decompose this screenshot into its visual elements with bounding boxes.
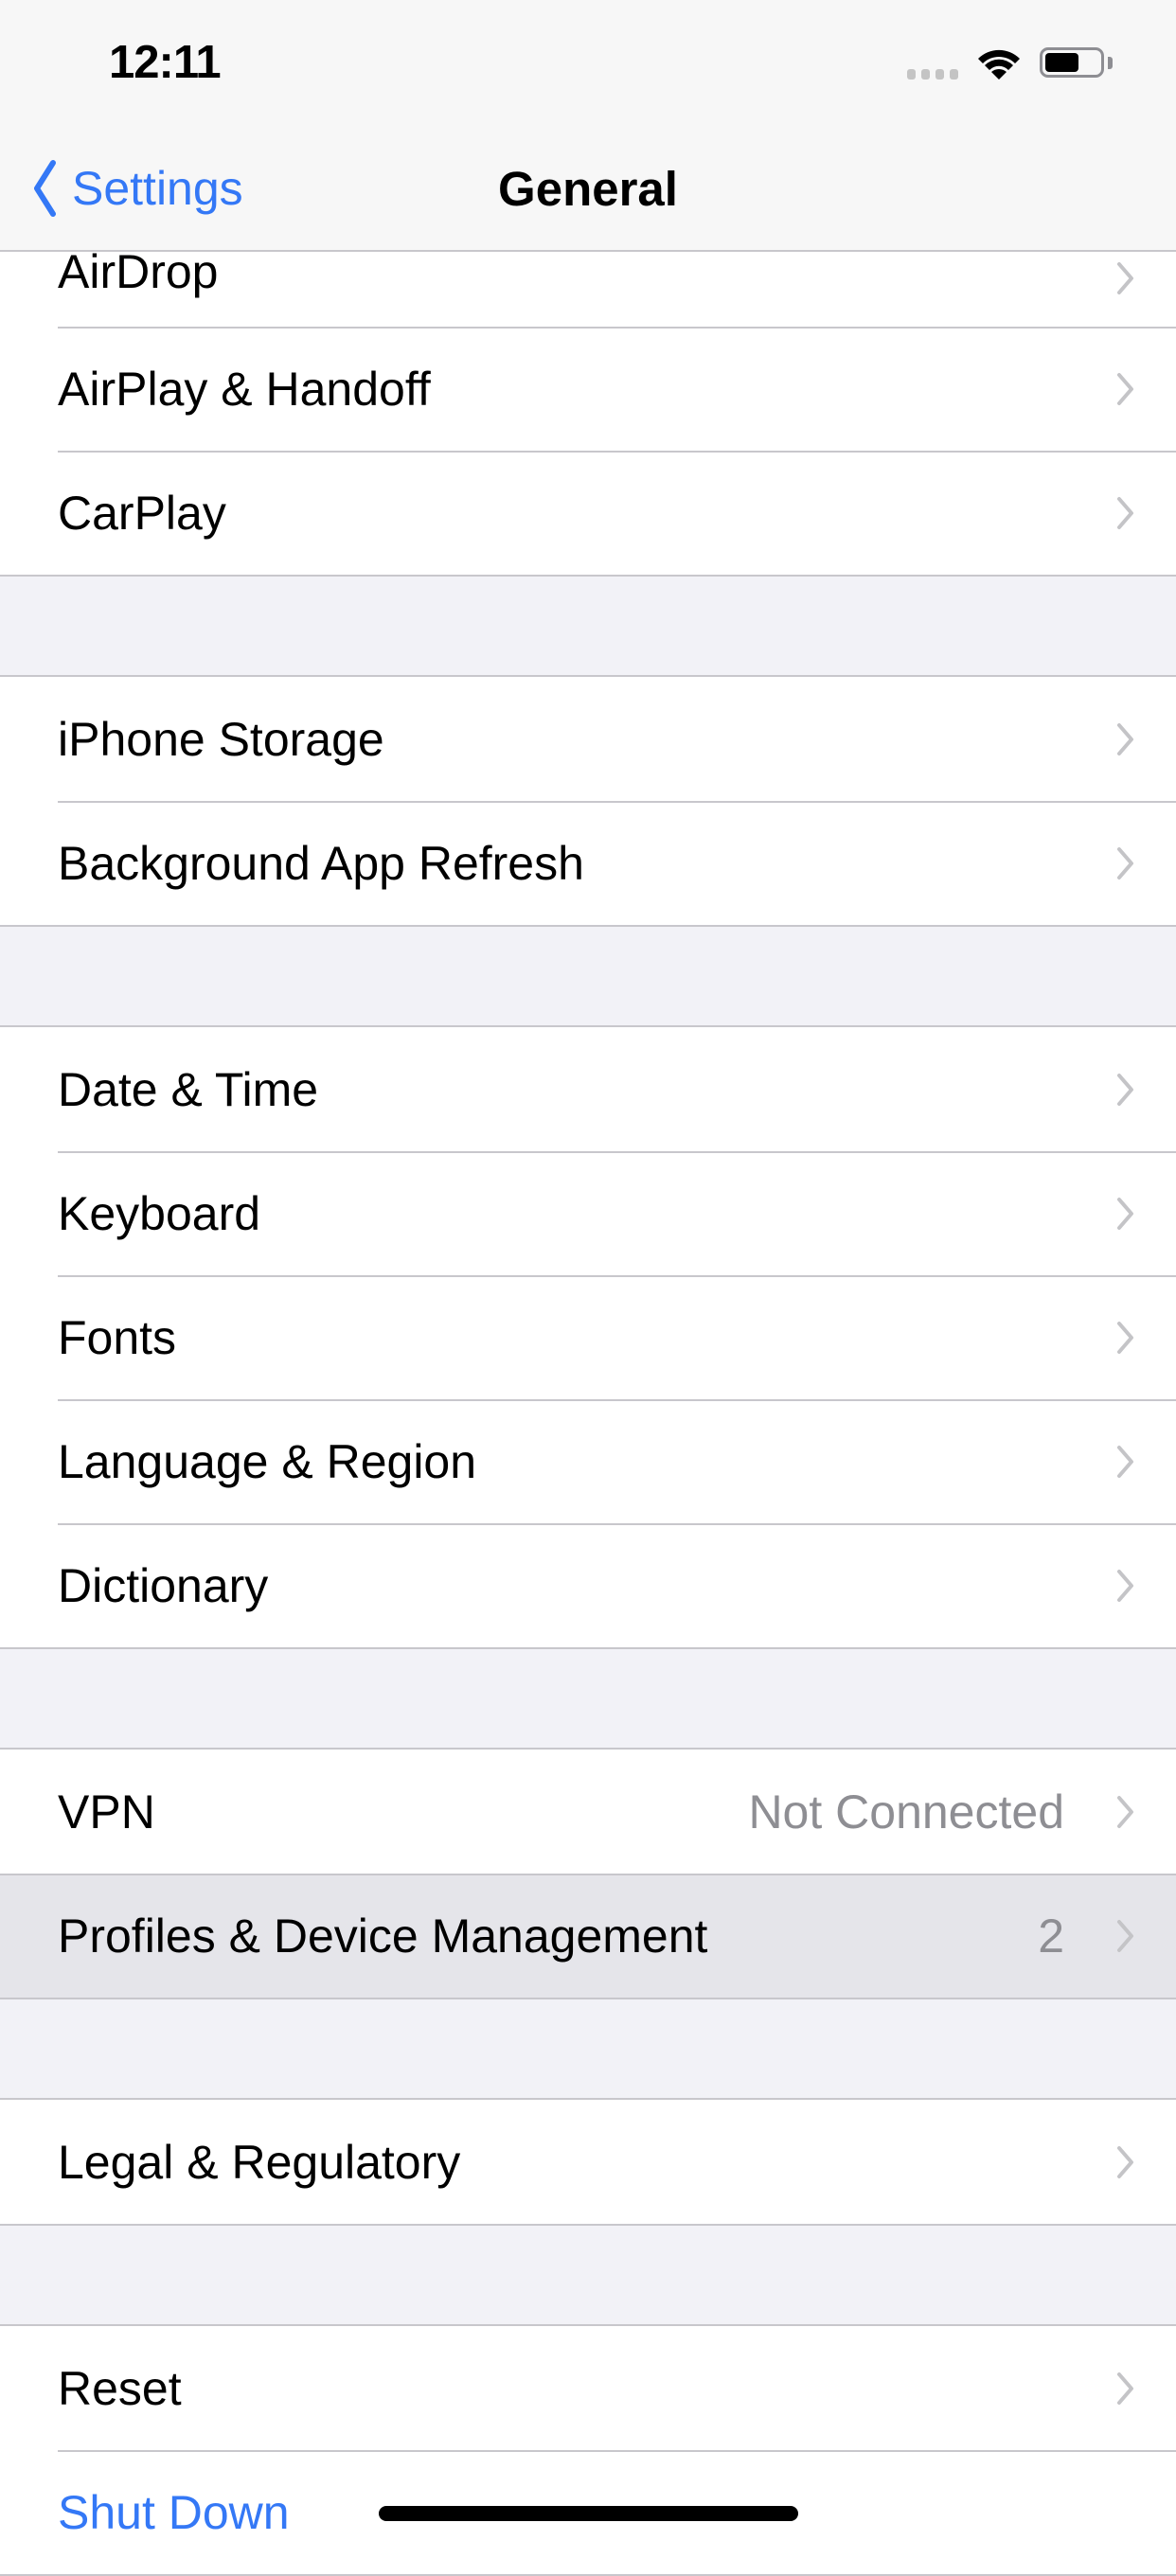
settings-group: iPhone Storage Background App Refresh <box>0 675 1176 927</box>
chevron-right-icon <box>1116 1445 1135 1479</box>
row-value: 2 <box>1038 1909 1064 1963</box>
row-label: Profiles & Device Management <box>58 1909 708 1963</box>
row-profiles-and-device-management[interactable]: Profiles & Device Management 2 <box>0 1874 1176 1998</box>
row-date-and-time[interactable]: Date & Time <box>0 1027 1176 1151</box>
chevron-right-icon <box>1116 496 1135 530</box>
row-language-and-region[interactable]: Language & Region <box>0 1399 1176 1523</box>
row-label: CarPlay <box>58 486 226 540</box>
status-bar: 12:11 <box>0 0 1176 142</box>
battery-level <box>1045 53 1078 72</box>
row-keyboard[interactable]: Keyboard <box>0 1151 1176 1275</box>
battery-nub <box>1108 57 1113 69</box>
settings-list[interactable]: AirDrop AirPlay & Handoff CarPlay iPhone St… <box>0 245 1176 2576</box>
row-airdrop[interactable]: AirDrop <box>0 245 1176 327</box>
settings-group: AirDrop AirPlay & Handoff CarPlay <box>0 245 1176 577</box>
row-label: Fonts <box>58 1310 177 1364</box>
row-label: Date & Time <box>58 1062 319 1116</box>
navigation-bar: Settings General <box>0 142 1176 252</box>
status-time: 12:11 <box>109 37 222 88</box>
row-reset[interactable]: Reset <box>0 2326 1176 2450</box>
settings-group: Legal & Regulatory <box>0 2098 1176 2226</box>
row-dictionary[interactable]: Dictionary <box>0 1523 1176 1647</box>
row-label: Dictionary <box>58 1558 269 1612</box>
row-value: Not Connected <box>748 1785 1064 1839</box>
home-indicator[interactable] <box>379 2506 798 2521</box>
chevron-right-icon <box>1116 1795 1135 1829</box>
row-legal-and-regulatory[interactable]: Legal & Regulatory <box>0 2100 1176 2224</box>
chevron-right-icon <box>1116 2145 1135 2179</box>
row-label: Shut Down <box>58 2485 290 2539</box>
row-airplay-and-handoff[interactable]: AirPlay & Handoff <box>0 327 1176 451</box>
settings-group: Date & Time Keyboard Fonts Language & Regio… <box>0 1025 1176 1649</box>
chevron-right-icon <box>1116 1919 1135 1953</box>
settings-group: VPN Not Connected Profiles & Device Manage… <box>0 1748 1176 1999</box>
row-label: Language & Region <box>58 1434 477 1488</box>
row-label: Keyboard <box>58 1186 261 1240</box>
row-label: Reset <box>58 2361 182 2415</box>
row-label: iPhone Storage <box>58 712 384 766</box>
row-background-app-refresh[interactable]: Background App Refresh <box>0 801 1176 925</box>
chevron-right-icon <box>1116 846 1135 880</box>
row-label: AirDrop <box>58 245 219 298</box>
chevron-right-icon <box>1116 1197 1135 1231</box>
settings-group: Reset Shut Down <box>0 2324 1176 2576</box>
cellular-signal-icon <box>907 69 958 80</box>
row-label: Legal & Regulatory <box>58 2135 461 2189</box>
chevron-right-icon <box>1116 1073 1135 1107</box>
row-carplay[interactable]: CarPlay <box>0 451 1176 575</box>
page-title: General <box>498 162 678 216</box>
chevron-right-icon <box>1116 2372 1135 2406</box>
chevron-right-icon <box>1116 372 1135 406</box>
wifi-icon <box>978 49 1020 80</box>
row-label: Background App Refresh <box>58 836 584 890</box>
row-iphone-storage[interactable]: iPhone Storage <box>0 677 1176 801</box>
row-label: AirPlay & Handoff <box>58 362 431 416</box>
chevron-right-icon <box>1116 1321 1135 1355</box>
battery-icon <box>1040 47 1104 78</box>
row-fonts[interactable]: Fonts <box>0 1275 1176 1399</box>
row-label: VPN <box>58 1785 155 1839</box>
chevron-right-icon <box>1116 261 1135 295</box>
chevron-right-icon <box>1116 722 1135 756</box>
row-vpn[interactable]: VPN Not Connected <box>0 1750 1176 1874</box>
chevron-right-icon <box>1116 1569 1135 1603</box>
